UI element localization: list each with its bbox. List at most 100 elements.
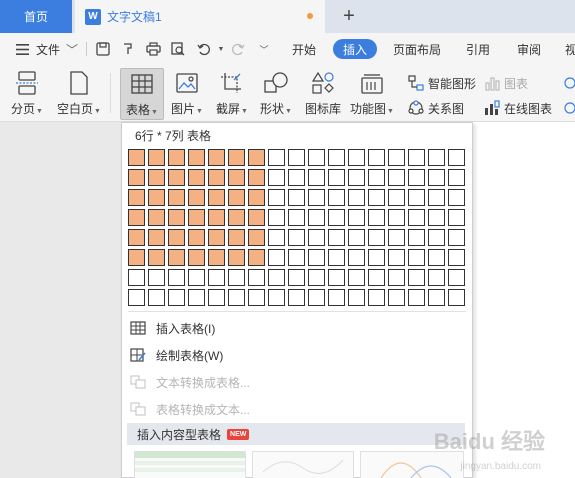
grid-cell[interactable] — [248, 269, 265, 286]
relation-chart-button[interactable]: 关系图 — [408, 98, 464, 118]
grid-cell[interactable] — [348, 249, 365, 266]
save-icon[interactable] — [95, 41, 111, 57]
grid-cell[interactable] — [268, 249, 285, 266]
grid-cell[interactable] — [428, 149, 445, 166]
grid-cell[interactable] — [328, 269, 345, 286]
picture-button[interactable]: 图片▼ — [168, 68, 206, 120]
grid-cell[interactable] — [168, 269, 185, 286]
online-chart-button[interactable]: 在线图表 — [484, 98, 552, 118]
grid-cell[interactable] — [128, 209, 145, 226]
grid-cell[interactable] — [148, 229, 165, 246]
grid-cell[interactable] — [408, 169, 425, 186]
grid-cell[interactable] — [348, 169, 365, 186]
grid-cell[interactable] — [208, 169, 225, 186]
grid-cell[interactable] — [448, 169, 465, 186]
grid-cell[interactable] — [288, 209, 305, 226]
grid-cell[interactable] — [208, 289, 225, 306]
tab-page-layout[interactable]: 页面布局 — [393, 33, 441, 65]
grid-cell[interactable] — [368, 149, 385, 166]
grid-cell[interactable] — [128, 189, 145, 206]
grid-cell[interactable] — [428, 269, 445, 286]
grid-cell[interactable] — [208, 249, 225, 266]
grid-cell[interactable] — [348, 149, 365, 166]
grid-cell[interactable] — [208, 269, 225, 286]
grid-cell[interactable] — [448, 269, 465, 286]
more-tools-icon[interactable] — [562, 73, 575, 93]
tab-home[interactable]: 首页 — [0, 0, 72, 33]
grid-cell[interactable] — [268, 209, 285, 226]
draw-table-option[interactable]: 绘制表格(W) — [130, 344, 466, 366]
grid-cell[interactable] — [388, 269, 405, 286]
grid-cell[interactable] — [368, 289, 385, 306]
grid-cell[interactable] — [348, 229, 365, 246]
grid-cell[interactable] — [228, 149, 245, 166]
grid-cell[interactable] — [228, 209, 245, 226]
grid-cell[interactable] — [148, 269, 165, 286]
grid-cell[interactable] — [308, 269, 325, 286]
tab-document[interactable]: W 文字文稿1 — [75, 0, 325, 33]
undo-icon[interactable] — [196, 41, 212, 57]
undo-dropdown-icon[interactable]: ▼ — [213, 41, 229, 57]
grid-cell[interactable] — [128, 149, 145, 166]
grid-cell[interactable] — [428, 209, 445, 226]
more-tools-icon-2[interactable] — [562, 98, 575, 118]
grid-cell[interactable] — [408, 289, 425, 306]
grid-cell[interactable] — [188, 149, 205, 166]
grid-cell[interactable] — [388, 169, 405, 186]
print-icon[interactable] — [145, 41, 161, 57]
file-menu[interactable]: 文件 ﹀ — [36, 33, 78, 65]
grid-cell[interactable] — [388, 189, 405, 206]
grid-cell[interactable] — [328, 209, 345, 226]
grid-cell[interactable] — [448, 249, 465, 266]
grid-cell[interactable] — [428, 229, 445, 246]
grid-cell[interactable] — [168, 169, 185, 186]
grid-cell[interactable] — [148, 149, 165, 166]
print-preview-icon[interactable] — [170, 41, 186, 57]
shapes-button[interactable]: 形状▼ — [257, 68, 295, 120]
grid-cell[interactable] — [288, 229, 305, 246]
grid-cell[interactable] — [308, 149, 325, 166]
grid-cell[interactable] — [168, 149, 185, 166]
grid-cell[interactable] — [228, 269, 245, 286]
grid-cell[interactable] — [308, 189, 325, 206]
grid-cell[interactable] — [168, 289, 185, 306]
grid-cell[interactable] — [128, 269, 145, 286]
grid-cell[interactable] — [248, 189, 265, 206]
grid-cell[interactable] — [288, 189, 305, 206]
grid-cell[interactable] — [448, 149, 465, 166]
grid-cell[interactable] — [248, 229, 265, 246]
grid-cell[interactable] — [448, 209, 465, 226]
grid-cell[interactable] — [168, 209, 185, 226]
grid-cell[interactable] — [428, 169, 445, 186]
hamburger-menu-icon[interactable] — [14, 41, 30, 57]
grid-cell[interactable] — [228, 249, 245, 266]
quick-access-dropdown-icon[interactable]: ﹀ — [256, 41, 272, 57]
grid-cell[interactable] — [408, 189, 425, 206]
function-chart-button[interactable]: 功能图▼ — [350, 68, 394, 120]
grid-cell[interactable] — [128, 249, 145, 266]
grid-cell[interactable] — [388, 229, 405, 246]
tab-references[interactable]: 引用 — [466, 33, 490, 65]
icon-library-button[interactable]: 图标库 — [302, 68, 344, 120]
grid-cell[interactable] — [268, 189, 285, 206]
grid-cell[interactable] — [368, 209, 385, 226]
grid-cell[interactable] — [328, 189, 345, 206]
grid-cell[interactable] — [248, 149, 265, 166]
grid-cell[interactable] — [328, 249, 345, 266]
grid-cell[interactable] — [188, 289, 205, 306]
grid-cell[interactable] — [408, 209, 425, 226]
grid-cell[interactable] — [408, 149, 425, 166]
grid-cell[interactable] — [288, 169, 305, 186]
table-size-grid[interactable] — [128, 149, 468, 309]
grid-cell[interactable] — [288, 269, 305, 286]
grid-cell[interactable] — [408, 229, 425, 246]
grid-cell[interactable] — [268, 149, 285, 166]
grid-cell[interactable] — [348, 289, 365, 306]
grid-cell[interactable] — [148, 289, 165, 306]
grid-cell[interactable] — [188, 169, 205, 186]
grid-cell[interactable] — [288, 289, 305, 306]
tab-view[interactable]: 视 — [565, 33, 575, 65]
grid-cell[interactable] — [208, 229, 225, 246]
grid-cell[interactable] — [408, 249, 425, 266]
grid-cell[interactable] — [228, 169, 245, 186]
